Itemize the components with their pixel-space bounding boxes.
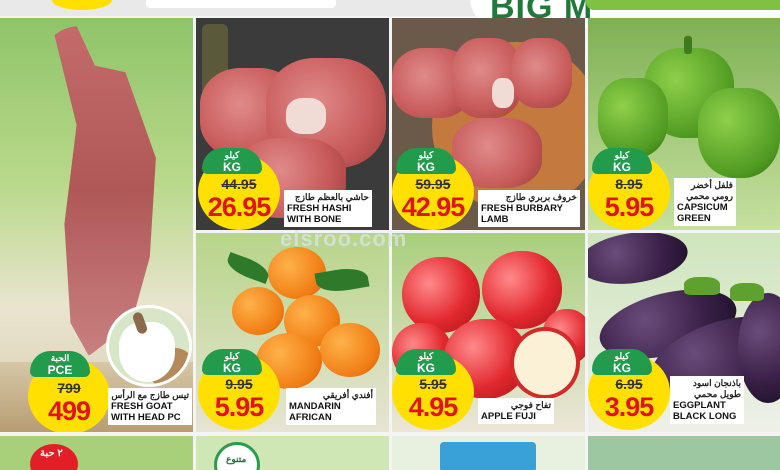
product-card-eggplant[interactable]: كيلو KG 6.95 3.95 باذنجان اسود طويل محمي… — [588, 233, 780, 432]
unit-en: KG — [417, 361, 435, 375]
product-card-partial[interactable] — [588, 436, 780, 470]
product-name-en: MANDARIN — [289, 401, 341, 412]
lamb-cut-image — [512, 38, 572, 108]
product-name-en-2: WITH HEAD PC — [111, 412, 181, 423]
new-price: 5.95 — [214, 392, 265, 422]
quantity-badge: ٢ حبة — [30, 444, 78, 470]
mandarin-image — [232, 287, 284, 335]
leaf-icon — [224, 252, 272, 284]
new-price: 5.95 — [604, 192, 655, 222]
product-card-mandarin[interactable]: كيلو KG 9.95 5.95 أفندي أفريقي MANDARIN … — [196, 233, 389, 432]
product-name-en: FRESH GOAT — [111, 401, 173, 412]
unit-badge: كيلو KG — [592, 148, 652, 174]
old-price: 799 — [57, 380, 81, 396]
product-card-lamb[interactable]: كيلو KG 59.95 42.95 خروف بربري طازج FRES… — [392, 18, 585, 230]
product-card-partial[interactable] — [392, 436, 585, 470]
product-name-en-2: LAMB — [481, 214, 509, 225]
product-name-ar: فلفل أخضر — [691, 180, 733, 190]
old-price: 8.95 — [615, 176, 643, 192]
product-name-en-2: WITH BONE — [287, 214, 342, 225]
product-name-en: FRESH BURBARY — [481, 203, 563, 214]
unit-badge: كيلو KG — [202, 349, 262, 375]
product-name: باذنجان اسود طويل محمي EGGPLANT BLACK LO… — [670, 376, 744, 424]
product-card-apple[interactable]: كيلو KG 5.95 4.95 تفاح فوجي APPLE FUJI — [392, 233, 585, 432]
product-name-en: FRESH HASHI — [287, 203, 352, 214]
product-package-image — [440, 442, 536, 470]
product-card-hashi[interactable]: كيلو KG 44.95 26.95 حاشي بالعظم طازج FRE… — [196, 18, 389, 230]
product-name-en-2: BLACK LONG — [673, 411, 737, 422]
old-price: 5.95 — [419, 376, 447, 392]
old-price: 6.95 — [615, 376, 643, 392]
product-card-capsicum[interactable]: كيلو KG 8.95 5.95 فلفل أخضر رومي محمي CA… — [588, 18, 780, 230]
product-name-en: EGGPLANT — [673, 400, 726, 411]
unit-en: PCE — [47, 363, 73, 377]
product-name-en: CAPSICUM — [677, 202, 728, 213]
eggplant-cap — [684, 277, 720, 295]
pepper-image — [598, 78, 668, 158]
product-name-ar-2: طويل محمي — [694, 389, 741, 399]
product-card-partial[interactable]: متنوع — [196, 436, 389, 470]
old-price: 59.95 — [415, 176, 451, 192]
product-name-ar: أفندي أفريقي — [322, 390, 373, 400]
watermark: elsroo.com — [280, 226, 408, 251]
product-name: حاشي بالعظم طازج FRESH HASHI WITH BONE — [284, 190, 372, 227]
product-name-en: APPLE FUJI — [481, 411, 536, 422]
product-name-ar: حاشي بالعظم طازج — [294, 192, 369, 202]
unit-badge: الحبة PCE — [30, 351, 90, 377]
product-name-ar: تفاح فوجي — [510, 400, 551, 410]
assorted-badge: متنوع — [214, 442, 260, 470]
unit-en: KG — [613, 160, 631, 174]
product-name: خروف بربري طازج FRESH BURBARY LAMB — [478, 190, 580, 227]
unit-badge: كيلو KG — [202, 148, 262, 174]
mandarin-image — [320, 323, 380, 377]
unit-badge: كيلو KG — [592, 349, 652, 375]
old-price: 44.95 — [221, 176, 257, 192]
product-card-goat[interactable]: الحبة PCE 799 499 تيس طازج مع الرأس FRES… — [0, 18, 193, 432]
new-price: 42.95 — [401, 192, 466, 222]
eggplant-image — [738, 293, 780, 403]
product-name: فلفل أخضر رومي محمي CAPSICUM GREEN — [674, 178, 736, 226]
unit-en: KG — [223, 160, 241, 174]
assorted-badge-label: متنوع — [226, 454, 247, 464]
product-name-en-2: AFRICAN — [289, 412, 332, 423]
product-name-en-2: GREEN — [677, 213, 711, 224]
quantity-badge-label: ٢ حبة — [40, 448, 63, 459]
product-name: تيس طازج مع الرأس FRESH GOAT WITH HEAD P… — [108, 388, 192, 425]
product-name-ar: تيس طازج مع الرأس — [111, 390, 189, 400]
brand-banner-accent — [586, 0, 780, 10]
product-name-ar-2: رومي محمي — [686, 191, 733, 201]
pepper-image — [698, 88, 780, 178]
bone-image — [492, 78, 514, 108]
product-card-partial[interactable]: ٢ حبة — [0, 436, 193, 470]
unit-en: KG — [417, 160, 435, 174]
unit-en: KG — [223, 361, 241, 375]
goat-photo-icon — [106, 305, 192, 387]
product-name-ar: خروف بربري طازج — [505, 192, 577, 202]
unit-en: KG — [613, 361, 631, 375]
unit-badge: كيلو KG — [396, 148, 456, 174]
product-name-ar: باذنجان اسود — [692, 378, 741, 388]
eggplant-image — [588, 233, 691, 291]
new-price: 499 — [47, 396, 91, 426]
new-price: 26.95 — [207, 192, 272, 222]
old-price: 9.95 — [225, 376, 253, 392]
product-name: تفاح فوجي APPLE FUJI — [478, 398, 554, 424]
top-banner-fragment — [146, 0, 336, 8]
new-price: 4.95 — [408, 392, 459, 422]
unit-badge: كيلو KG — [396, 349, 456, 375]
apple-half-image — [510, 327, 580, 399]
new-price: 3.95 — [604, 392, 655, 422]
product-name: أفندي أفريقي MANDARIN AFRICAN — [286, 388, 376, 425]
flyer-page: BIG M الحبة PCE 799 499 تيس طازج مع الرأ… — [0, 0, 780, 470]
pepper-stem — [684, 36, 692, 54]
bone-image — [286, 98, 326, 134]
eggplant-cap — [730, 283, 764, 301]
